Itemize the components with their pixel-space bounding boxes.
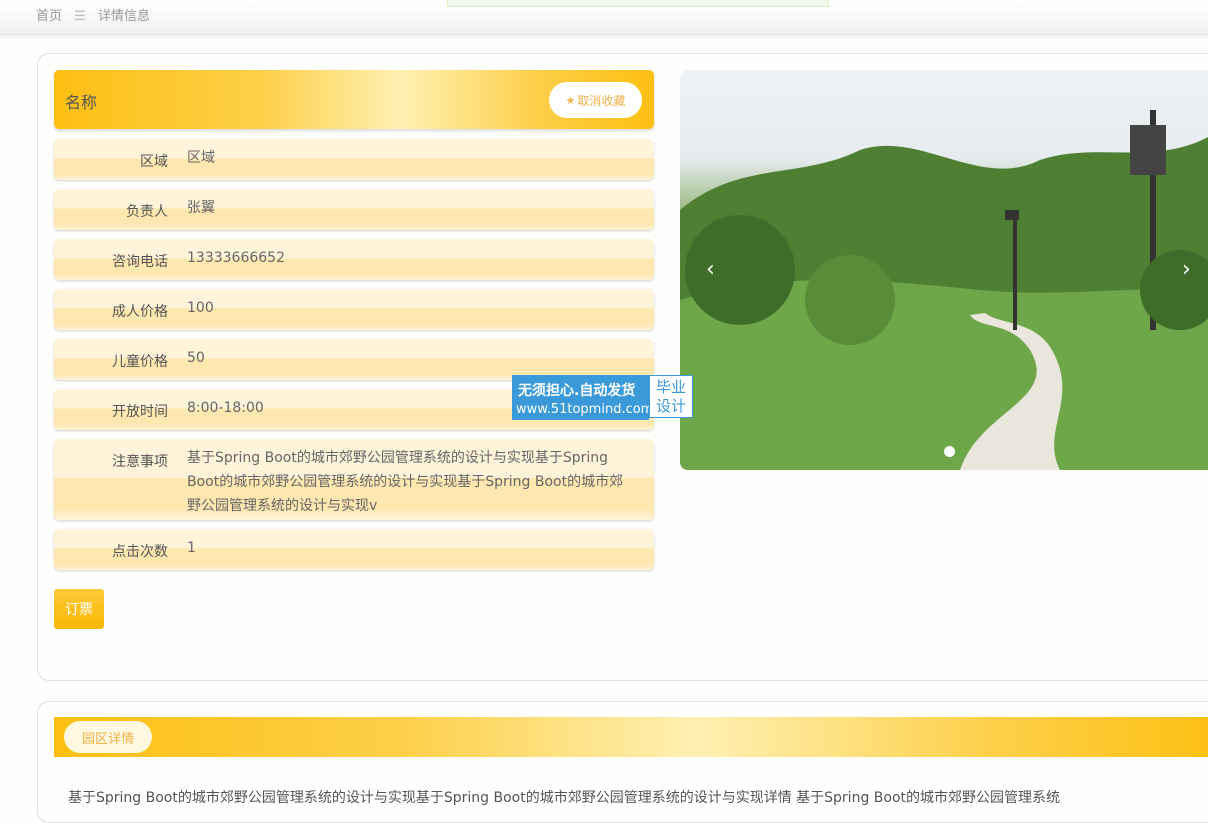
breadcrumb-current: 详情信息 [97, 9, 150, 24]
field-label: 负责人 [126, 204, 168, 220]
toast-message [447, 0, 829, 7]
unfavorite-button[interactable]: ★ 取消收藏 [549, 82, 642, 118]
park-detail-text: 基于Spring Boot的城市郊野公园管理系统的设计与实现基于Spring B… [68, 790, 1061, 806]
field-row-adult-price: 成人价格 100 [54, 289, 654, 330]
field-label: 点击次数 [112, 544, 168, 560]
order-ticket-button[interactable]: 订票 [54, 589, 104, 629]
carousel-prev-icon[interactable]: ‹ [706, 257, 715, 282]
field-label: 成人价格 [112, 304, 168, 320]
field-row-manager: 负责人 张翼 [54, 189, 654, 230]
watermark-line2: www.51topmind.com [516, 402, 654, 417]
unfavorite-label: 取消收藏 [577, 93, 626, 108]
field-row-phone: 咨询电话 13333666652 [54, 239, 654, 280]
field-value: 100 [187, 300, 214, 316]
breadcrumb: 首页 ☰ 详情信息 [36, 5, 150, 24]
field-row-child-price: 儿童价格 50 [54, 339, 654, 380]
park-detail-bar: 园区详情 [54, 717, 1208, 757]
title-bar: 名称 ★ 取消收藏 [54, 70, 654, 129]
breadcrumb-separator-icon: ☰ [74, 9, 86, 24]
field-label: 注意事项 [112, 454, 168, 470]
carousel-indicator[interactable] [944, 446, 955, 457]
tab-park-detail[interactable]: 园区详情 [64, 721, 152, 753]
field-value: 50 [187, 350, 205, 366]
watermark-logo: 无须担心.自动发货 www.51topmind.com 毕业 设计 [512, 375, 695, 420]
field-value: 基于Spring Boot的城市郊野公园管理系统的设计与实现基于Spring B… [187, 450, 624, 514]
field-value: 1 [187, 540, 196, 556]
field-label: 区域 [140, 154, 168, 170]
park-photo [680, 110, 1208, 470]
carousel-next-icon[interactable]: › [1182, 257, 1191, 282]
star-icon: ★ [565, 93, 576, 107]
top-bar: 首页 ☰ 详情信息 [0, 0, 1208, 35]
field-value: 13333666652 [187, 250, 285, 266]
watermark-side: 毕业 设计 [649, 375, 693, 418]
field-row-notes: 注意事项 基于Spring Boot的城市郊野公园管理系统的设计与实现基于Spr… [54, 439, 654, 520]
watermark-line1: 无须担心.自动发货 [518, 383, 636, 399]
field-label: 儿童价格 [112, 354, 168, 370]
field-row-region: 区域 区域 [54, 139, 654, 180]
field-label: 咨询电话 [112, 254, 168, 270]
page-title: 名称 [65, 93, 98, 112]
image-carousel[interactable]: ‹ › [680, 70, 1208, 470]
field-value: 张翼 [187, 200, 215, 216]
watermark-main: 无须担心.自动发货 www.51topmind.com [512, 375, 653, 420]
breadcrumb-home[interactable]: 首页 [36, 9, 62, 24]
field-label: 开放时间 [112, 404, 168, 420]
field-row-click-count: 点击次数 1 [54, 529, 654, 570]
field-value: 区域 [187, 150, 215, 166]
